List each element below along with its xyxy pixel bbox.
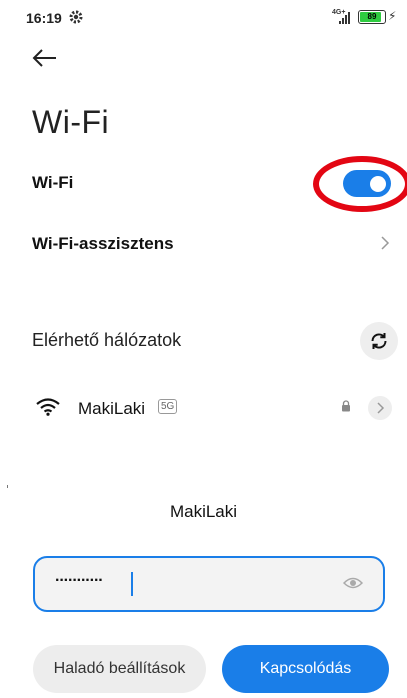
gear-icon	[69, 10, 83, 24]
show-password-icon[interactable]	[343, 576, 363, 590]
back-arrow-icon[interactable]	[32, 48, 58, 68]
status-time: 16:19	[26, 10, 62, 26]
password-value: ···········	[55, 572, 104, 589]
highlight-circle	[313, 156, 407, 212]
edge-mark	[7, 485, 8, 488]
refresh-button[interactable]	[360, 322, 398, 360]
wifi-toggle-label: Wi-Fi	[32, 173, 74, 192]
network-details-button[interactable]	[368, 396, 392, 420]
connect-button[interactable]: Kapcsolódás	[222, 645, 389, 693]
battery-level: 89	[367, 12, 377, 21]
password-input[interactable]: ···········	[33, 556, 385, 612]
wifi-assistant-label[interactable]: Wi-Fi-asszisztens	[32, 234, 174, 254]
battery-icon: 89	[358, 10, 386, 24]
page-title: Wi-Fi	[32, 104, 110, 140]
text-caret	[131, 572, 133, 596]
signal-icon: 4G+	[332, 9, 354, 25]
advanced-settings-button[interactable]: Haladó beállítások	[33, 645, 206, 693]
charging-icon: ⚡	[388, 9, 397, 23]
refresh-icon	[371, 333, 387, 349]
band-badge: 5G	[158, 399, 178, 414]
available-networks-heading: Elérhető hálózatok	[32, 330, 182, 350]
chevron-right-icon	[377, 402, 385, 414]
wifi-signal-icon	[36, 398, 60, 416]
network-name: MakiLaki	[78, 399, 146, 418]
chevron-right-icon[interactable]	[380, 236, 390, 250]
lock-icon	[342, 400, 350, 412]
dialog-title: MakiLaki	[169, 502, 238, 521]
